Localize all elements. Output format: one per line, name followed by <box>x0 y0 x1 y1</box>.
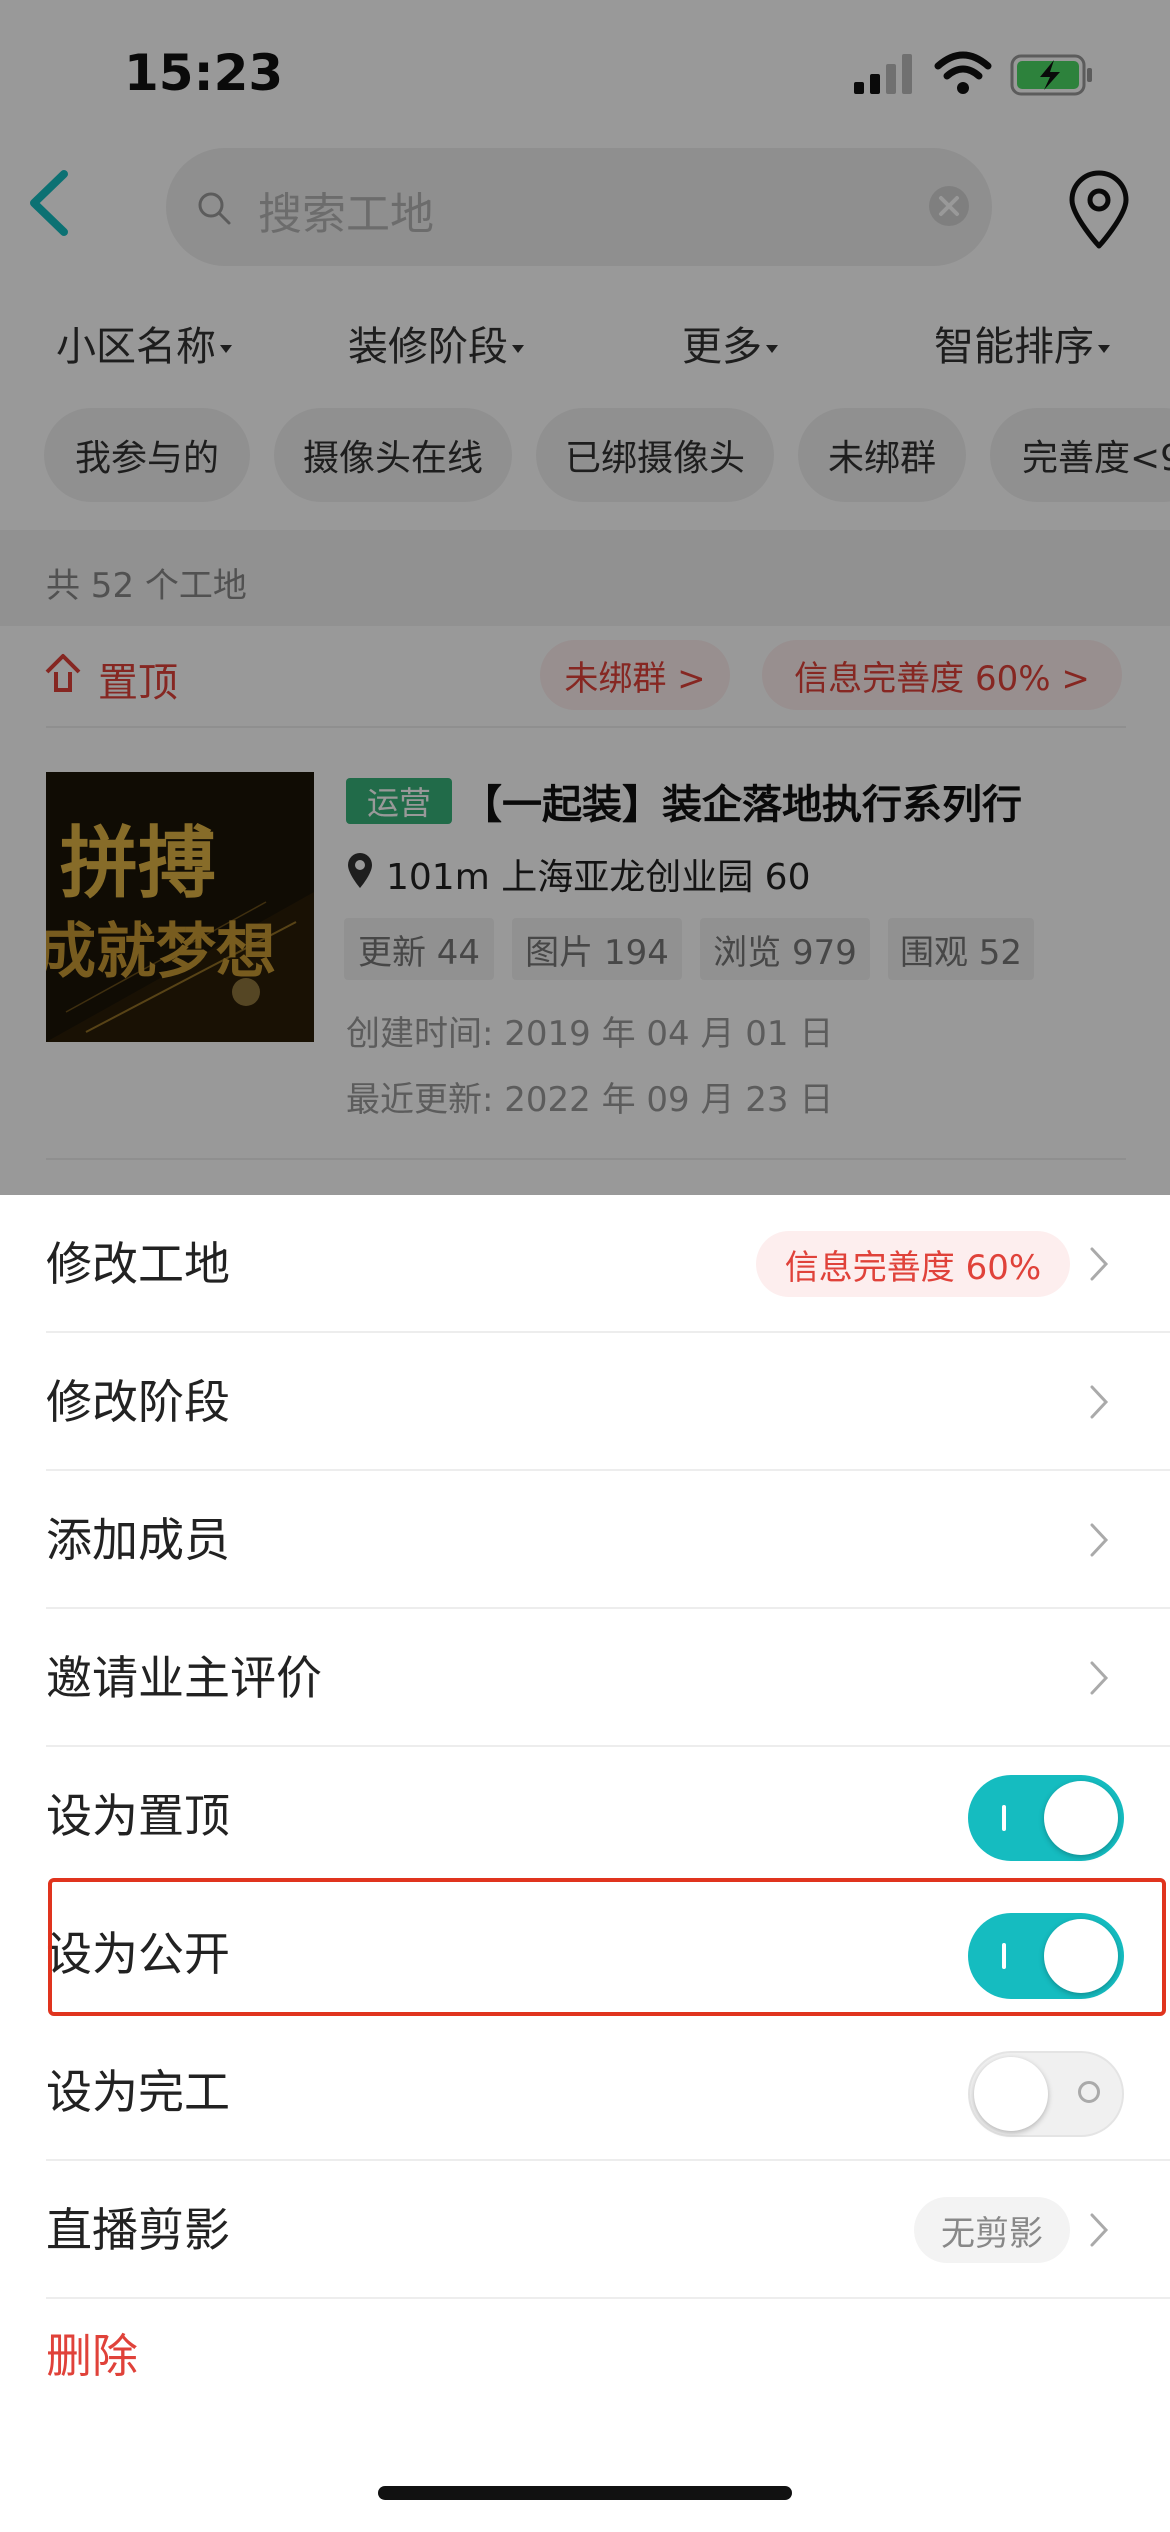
delete-button[interactable]: 删除 <box>46 2320 138 2386</box>
action-sheet: 修改工地 信息完善度 60% 修改阶段 添加成员 邀请业主评价 设为置顶 设为公… <box>0 1195 1170 2532</box>
clips-badge: 无剪影 <box>914 2197 1070 2263</box>
row-label: 设为完工 <box>46 2065 230 2119</box>
dim-overlay[interactable] <box>0 0 1170 1195</box>
chevron-right-icon <box>1090 1385 1109 1419</box>
row-set-pinned: 设为置顶 <box>0 1747 1170 1885</box>
row-live-clips[interactable]: 直播剪影 无剪影 <box>0 2161 1170 2299</box>
chevron-right-icon <box>1090 1661 1109 1695</box>
annotation-highlight-box <box>48 1878 1166 2016</box>
row-label: 直播剪影 <box>46 2203 230 2257</box>
row-invite-review[interactable]: 邀请业主评价 <box>0 1609 1170 1747</box>
chevron-right-icon <box>1090 1247 1109 1281</box>
row-set-complete: 设为完工 <box>0 2023 1170 2161</box>
row-edit-site[interactable]: 修改工地 信息完善度 60% <box>0 1195 1170 1333</box>
complete-toggle[interactable] <box>968 2051 1124 2137</box>
row-label: 设为置顶 <box>46 1789 230 1843</box>
row-add-member[interactable]: 添加成员 <box>0 1471 1170 1609</box>
divider <box>46 2297 1170 2299</box>
row-label: 邀请业主评价 <box>46 1651 322 1705</box>
completeness-badge: 信息完善度 60% <box>756 1231 1070 1297</box>
row-label: 修改工地 <box>46 1237 230 1291</box>
pinned-toggle[interactable] <box>968 1775 1124 1861</box>
chevron-right-icon <box>1090 2213 1109 2247</box>
row-edit-stage[interactable]: 修改阶段 <box>0 1333 1170 1471</box>
row-label: 添加成员 <box>46 1513 230 1567</box>
chevron-right-icon <box>1090 1523 1109 1557</box>
row-label: 修改阶段 <box>46 1375 230 1429</box>
home-indicator[interactable] <box>378 2486 792 2500</box>
